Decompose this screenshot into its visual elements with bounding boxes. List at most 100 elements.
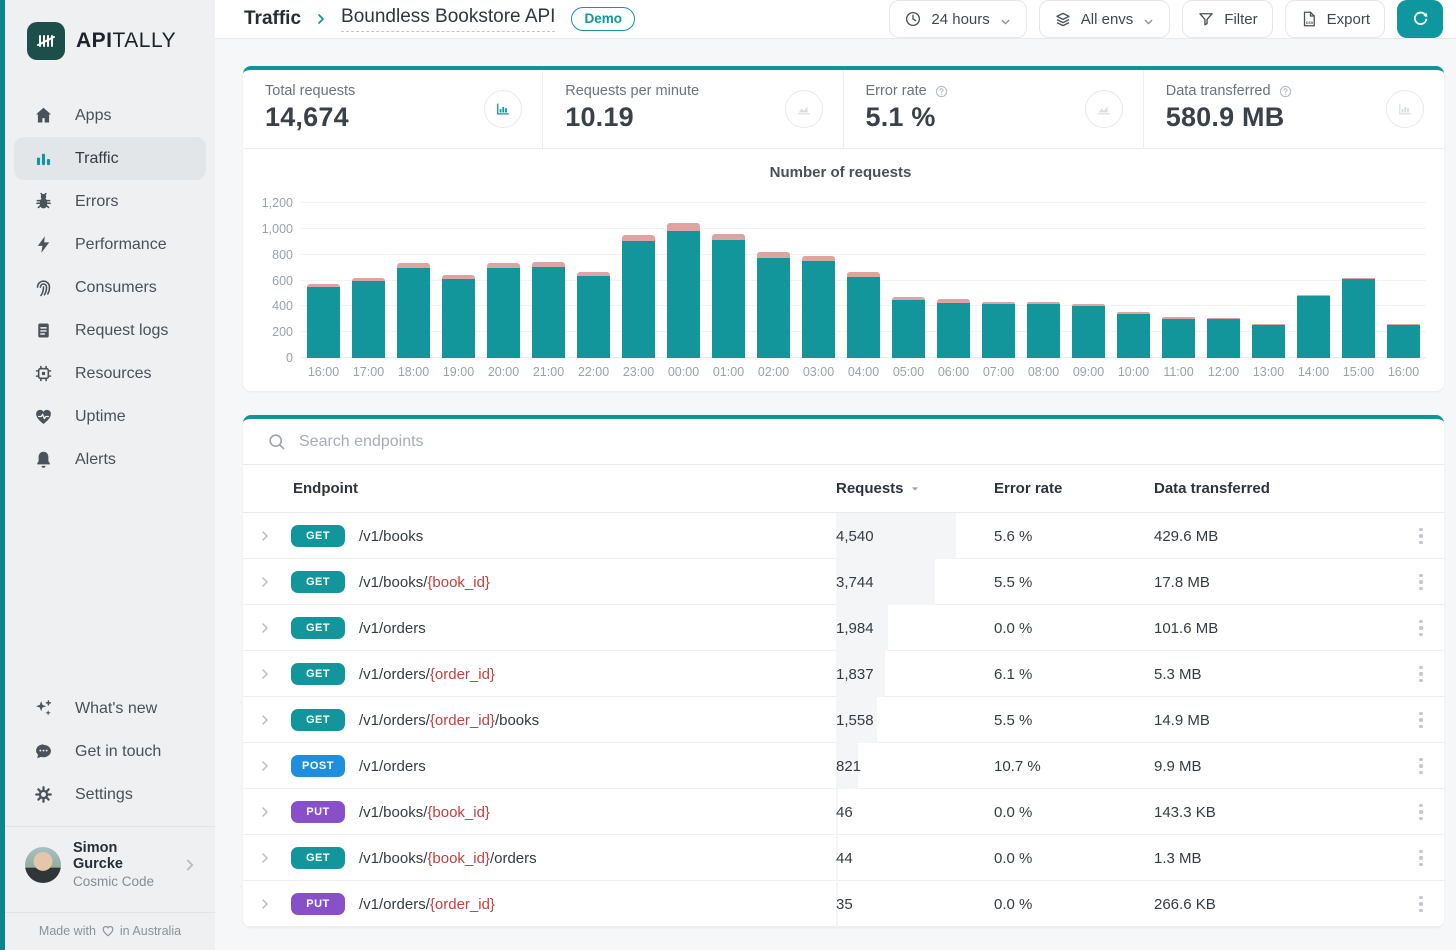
sidebar-item-consumers[interactable]: Consumers: [14, 266, 206, 309]
column-header-requests[interactable]: Requests: [836, 480, 994, 497]
sidebar-item-apps[interactable]: Apps: [14, 94, 206, 137]
bar-segment-success: [667, 231, 700, 359]
expand-row-icon[interactable]: [257, 574, 283, 590]
help-icon[interactable]: [934, 84, 949, 99]
refresh-button[interactable]: [1397, 0, 1443, 38]
chart-bar[interactable]: [442, 275, 475, 358]
sidebar-item-settings[interactable]: Settings: [14, 773, 206, 816]
chart-bar[interactable]: [1072, 304, 1105, 358]
row-menu-button[interactable]: [1398, 892, 1444, 917]
chart-bar[interactable]: [487, 263, 520, 358]
expand-row-icon[interactable]: [257, 712, 283, 728]
env-dropdown[interactable]: All envs: [1039, 0, 1171, 38]
expand-row-icon[interactable]: [257, 804, 283, 820]
sidebar-item-alerts[interactable]: Alerts: [14, 438, 206, 481]
column-header-data-transferred[interactable]: Data transferred: [1154, 480, 1398, 497]
expand-row-icon[interactable]: [257, 620, 283, 636]
app-selector[interactable]: Boundless Bookstore API: [341, 6, 555, 32]
time-range-dropdown[interactable]: 24 hours: [889, 0, 1026, 38]
fingerprint-icon: [33, 277, 54, 298]
chart-bar[interactable]: [1027, 302, 1060, 358]
sidebar-item-get-in-touch[interactable]: Get in touch: [14, 730, 206, 773]
expand-row-icon[interactable]: [257, 896, 283, 912]
table-row[interactable]: GET /v1/books/{book_id}/orders 44 0.0 % …: [243, 835, 1444, 881]
chart-bar[interactable]: [307, 284, 340, 358]
apitally-logo-icon: [27, 22, 65, 60]
stat-card-error-rate: Error rate 5.1 %: [844, 70, 1144, 148]
row-menu-button[interactable]: [1398, 616, 1444, 641]
table-row[interactable]: PUT /v1/books/{book_id} 46 0.0 % 143.3 K…: [243, 789, 1444, 835]
chart-bar[interactable]: [397, 263, 430, 358]
x-tick-label: 11:00: [1156, 365, 1201, 379]
help-icon[interactable]: [1278, 84, 1293, 99]
chart-bar[interactable]: [1162, 317, 1195, 358]
chart-bar[interactable]: [1117, 312, 1150, 358]
filter-button[interactable]: Filter: [1182, 0, 1272, 38]
column-header-error-rate[interactable]: Error rate: [994, 480, 1154, 497]
sidebar-item-request-logs[interactable]: Request logs: [14, 309, 206, 352]
row-menu-button[interactable]: [1398, 708, 1444, 733]
stat-value: 5.1 %: [866, 102, 1121, 133]
table-row[interactable]: PUT /v1/orders/{order_id} 35 0.0 % 266.6…: [243, 881, 1444, 927]
stat-value: 10.19: [565, 102, 820, 133]
row-menu-button[interactable]: [1398, 800, 1444, 825]
app-logo[interactable]: APITALLY: [5, 0, 215, 60]
chart-bar[interactable]: [1387, 324, 1420, 359]
chart-bar[interactable]: [622, 235, 655, 358]
breadcrumb-section[interactable]: Traffic: [244, 8, 301, 30]
expand-row-icon[interactable]: [257, 758, 283, 774]
requests-value: 4,540: [836, 528, 874, 545]
chart-bar[interactable]: [982, 302, 1015, 358]
row-menu-button[interactable]: [1398, 570, 1444, 595]
row-menu-button[interactable]: [1398, 754, 1444, 779]
x-tick-label: 08:00: [1021, 365, 1066, 379]
sidebar-item-resources[interactable]: Resources: [14, 352, 206, 395]
chart-bar[interactable]: [352, 278, 385, 358]
search-input[interactable]: [299, 433, 1420, 451]
user-profile[interactable]: Simon Gurcke Cosmic Code: [5, 827, 215, 902]
heart-icon: [101, 924, 115, 938]
sidebar-item-what-s-new[interactable]: What's new: [14, 687, 206, 730]
table-row[interactable]: GET /v1/orders 1,984 0.0 % 101.6 MB: [243, 605, 1444, 651]
sidebar-item-performance[interactable]: Performance: [14, 223, 206, 266]
row-menu-button[interactable]: [1398, 524, 1444, 549]
chart-bar[interactable]: [712, 234, 745, 358]
chart-bar[interactable]: [1252, 324, 1285, 358]
area-chart-circle-icon[interactable]: [1085, 90, 1123, 128]
expand-row-icon[interactable]: [257, 528, 283, 544]
chart-bar[interactable]: [937, 299, 970, 358]
sidebar-item-errors[interactable]: Errors: [14, 180, 206, 223]
chart-bar[interactable]: [1342, 278, 1375, 358]
chart-bar[interactable]: [802, 256, 835, 358]
sidebar-item-traffic[interactable]: Traffic: [14, 137, 206, 180]
chart-bar[interactable]: [1207, 318, 1240, 358]
requests-value: 1,558: [836, 712, 874, 729]
x-tick-label: 23:00: [616, 365, 661, 379]
row-menu-button[interactable]: [1398, 846, 1444, 871]
chart-bar[interactable]: [757, 252, 790, 358]
stat-value: 580.9 MB: [1166, 102, 1422, 133]
bar-chart-circle-icon[interactable]: [484, 90, 522, 128]
chevron-down-icon: [1142, 13, 1155, 26]
table-row[interactable]: GET /v1/orders/{order_id}/books 1,558 5.…: [243, 697, 1444, 743]
table-row[interactable]: GET /v1/books 4,540 5.6 % 429.6 MB: [243, 513, 1444, 559]
table-row[interactable]: GET /v1/orders/{order_id} 1,837 6.1 % 5.…: [243, 651, 1444, 697]
chart-bar[interactable]: [892, 297, 925, 358]
row-menu-button[interactable]: [1398, 662, 1444, 687]
table-row[interactable]: GET /v1/books/{book_id} 3,744 5.5 % 17.8…: [243, 559, 1444, 605]
chart-bar[interactable]: [532, 262, 565, 358]
bar-chart-circle-icon[interactable]: [1386, 90, 1424, 128]
area-chart-circle-icon[interactable]: [785, 90, 823, 128]
chevron-right-icon: [181, 856, 199, 874]
export-button[interactable]: csv Export: [1285, 0, 1385, 38]
chart-bar[interactable]: [667, 223, 700, 358]
sidebar-item-uptime[interactable]: Uptime: [14, 395, 206, 438]
chart-bar[interactable]: [1297, 295, 1330, 358]
chart-bar[interactable]: [847, 272, 880, 358]
expand-row-icon[interactable]: [257, 850, 283, 866]
y-tick-label: 600: [272, 274, 293, 288]
table-row[interactable]: POST /v1/orders 821 10.7 % 9.9 MB: [243, 743, 1444, 789]
expand-row-icon[interactable]: [257, 666, 283, 682]
data-transferred-value: 17.8 MB: [1154, 574, 1398, 591]
chart-bar[interactable]: [577, 272, 610, 358]
